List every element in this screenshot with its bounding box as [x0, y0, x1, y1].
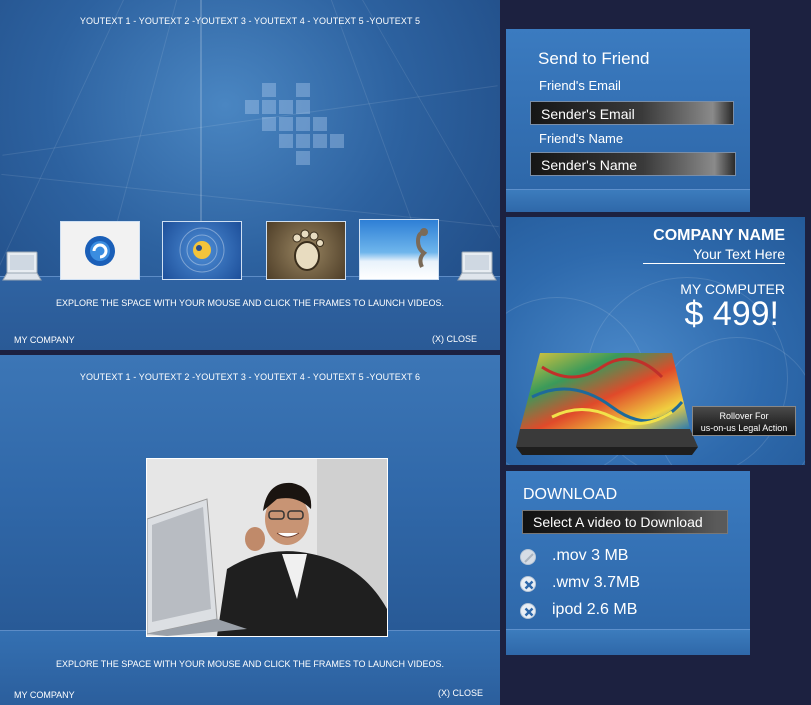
- sender-email-field[interactable]: Sender's Email: [530, 101, 734, 125]
- footer-band: [506, 189, 750, 212]
- laptop-icon-right[interactable]: [457, 250, 497, 286]
- download-item-label: .mov 3 MB: [552, 547, 629, 564]
- send-title: Send to Friend: [538, 49, 650, 68]
- company-label[interactable]: MY COMPANY: [14, 335, 75, 345]
- instruction-text: EXPLORE THE SPACE WITH YOUR MOUSE AND CL…: [55, 298, 445, 308]
- download-item-label: .wmv 3.7MB: [552, 574, 641, 591]
- rollover-line1: Rollover For: [719, 411, 769, 421]
- thumb-footprint[interactable]: [266, 221, 346, 280]
- video-frame[interactable]: [146, 458, 388, 637]
- laptop-icon-left[interactable]: [2, 250, 42, 286]
- friend-name-label[interactable]: Friend's Name: [539, 131, 623, 146]
- price: $ 499!: [684, 295, 779, 333]
- close-button[interactable]: (X) CLOSE: [438, 688, 483, 698]
- x-circle-icon: [520, 576, 536, 592]
- video-player-panel: YOUTEXT 1 - YOUTEXT 2 -YOUTEXT 3 - YOUTE…: [0, 355, 500, 705]
- nav-links[interactable]: YOUTEXT 1 - YOUTEXT 2 -YOUTEXT 3 - YOUTE…: [0, 372, 500, 382]
- rollover-line2: us-on-us Legal Action: [700, 423, 788, 433]
- company-ad-panel: COMPANY NAME Your Text Here MY COMPUTER …: [506, 217, 805, 465]
- download-panel: DOWNLOAD Select A video to Download .mov…: [506, 471, 750, 655]
- close-button[interactable]: (X) CLOSE: [432, 334, 477, 344]
- disabled-circle-icon: [520, 549, 536, 565]
- sender-name-field[interactable]: Sender's Name: [530, 152, 736, 176]
- footer-band: [506, 629, 750, 655]
- tagline: Your Text Here: [693, 246, 785, 262]
- floor-band: [0, 276, 500, 350]
- friend-email-label[interactable]: Friend's Email: [539, 78, 621, 93]
- thumb-swirl-logo[interactable]: [60, 221, 140, 280]
- rollover-button[interactable]: Rollover For us-on-us Legal Action: [692, 406, 796, 436]
- company-label[interactable]: MY COMPANY: [14, 690, 75, 700]
- nav-links[interactable]: YOUTEXT 1 - YOUTEXT 2 -YOUTEXT 3 - YOUTE…: [0, 16, 500, 26]
- download-item-label: ipod 2.6 MB: [552, 601, 638, 618]
- select-video-button[interactable]: Select A video to Download: [522, 510, 728, 534]
- download-title: DOWNLOAD: [523, 486, 618, 503]
- divider: [643, 263, 785, 264]
- x-circle-icon: [520, 603, 536, 619]
- laptop-product-image: [512, 347, 712, 465]
- video-gallery-panel: YOUTEXT 1 - YOUTEXT 2 -YOUTEXT 3 - YOUTE…: [0, 0, 500, 350]
- instruction-text: EXPLORE THE SPACE WITH YOUR MOUSE AND CL…: [55, 659, 445, 669]
- thumb-gnome-logo[interactable]: [162, 221, 242, 280]
- man-with-laptop-image: [147, 459, 387, 636]
- thumb-seahorse[interactable]: [359, 219, 439, 280]
- company-name: COMPANY NAME: [653, 227, 785, 244]
- send-to-friend-panel: Send to Friend Friend's Email Sender's E…: [506, 29, 750, 212]
